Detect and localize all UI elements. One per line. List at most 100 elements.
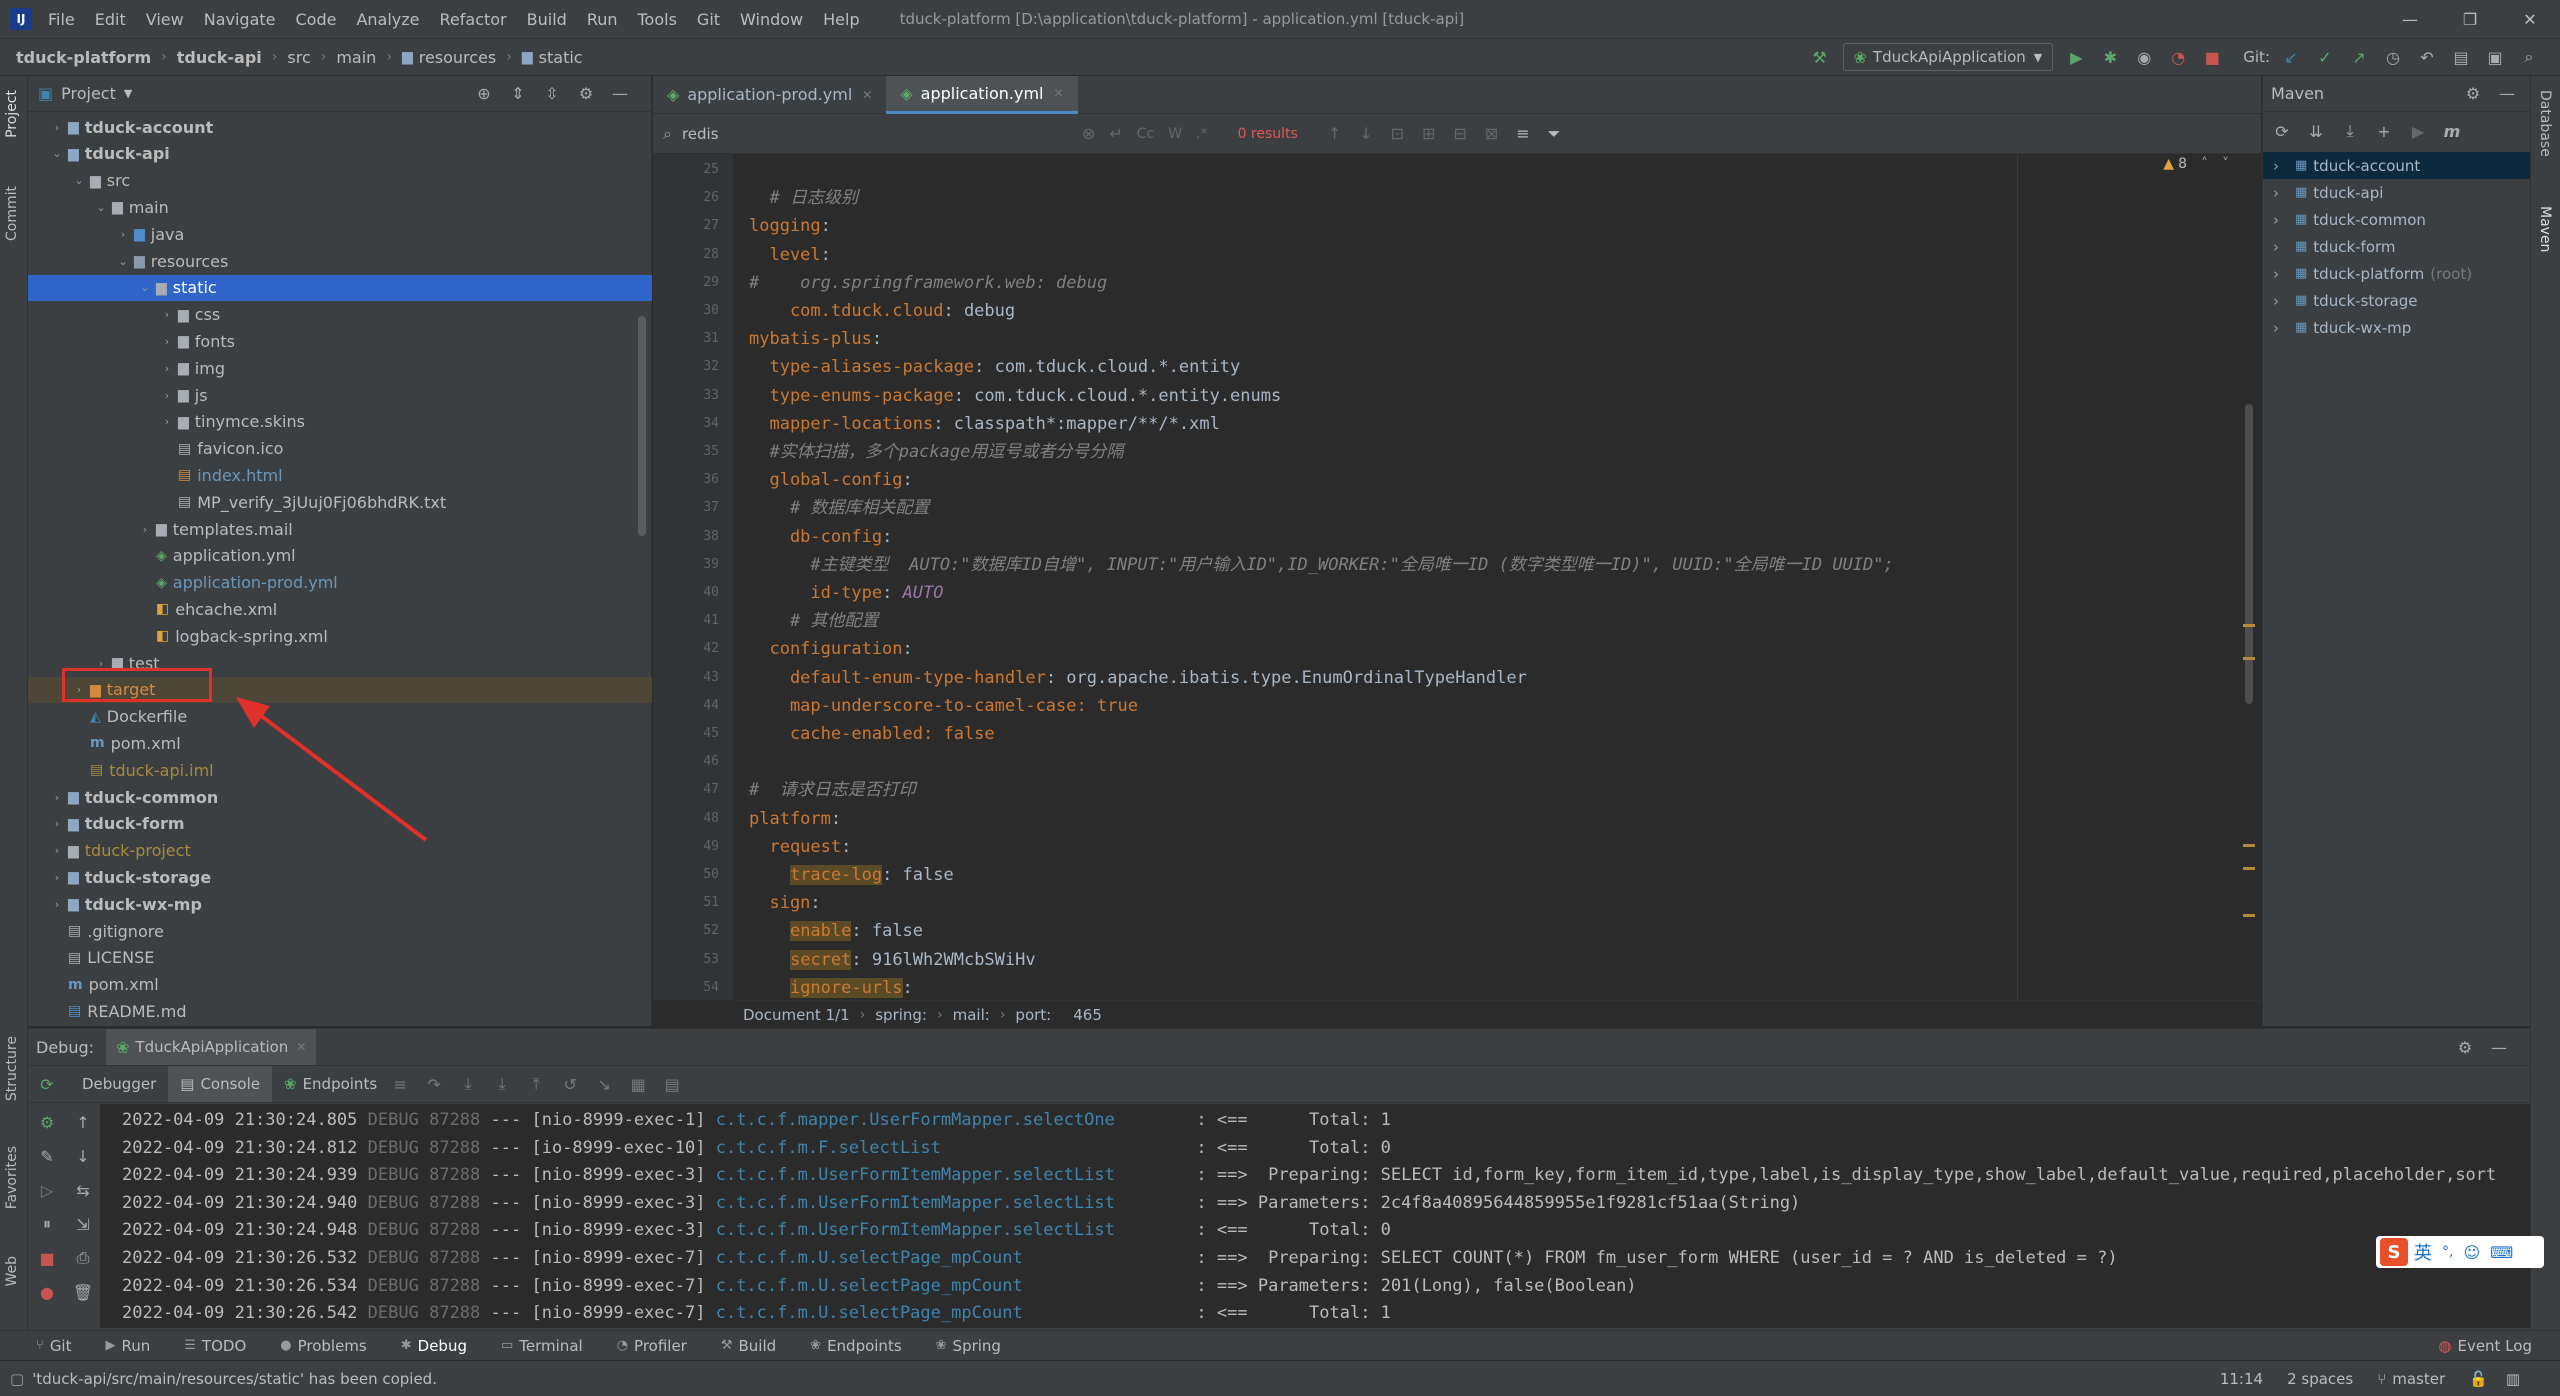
indent-setting[interactable]: 2 spaces [2287,1370,2353,1388]
editor-breadcrumb-item[interactable]: 465 [1073,1006,1102,1024]
git-branch[interactable]: master [2392,1370,2445,1388]
previous-occurrence-icon[interactable]: ↑ [1328,124,1341,143]
chevron-right-icon[interactable]: › [50,791,64,804]
event-log-button[interactable]: ◍ Event Log [2438,1337,2532,1355]
maven-project-item[interactable]: › ▦ tduck-platform (root) [2263,260,2531,287]
chevron-right-icon[interactable]: › [2273,211,2287,229]
run-config-select[interactable]: ❀ TduckApiApplication ▼ [1842,43,2054,71]
project-tree-node[interactable]: ⌄ ▆ tduck-api [28,141,652,167]
web-tool-tab[interactable]: Web [4,1256,20,1287]
gear-icon[interactable]: ⚙ [2454,1036,2476,1058]
scroll-to-end-icon[interactable]: ⇲ [72,1213,94,1235]
minimize-icon[interactable]: — [2380,10,2440,29]
up-arrow-icon[interactable]: ↑ [72,1111,94,1133]
stop-icon[interactable]: ■ [2201,46,2223,68]
new-line-icon[interactable]: ↵ [1109,124,1122,143]
project-tree-node[interactable]: ⌄ ▆ main [28,194,652,220]
multiline-icon[interactable]: ≡ [1516,124,1529,143]
tool-window-button[interactable]: ● Problems [280,1337,366,1355]
debug-tab[interactable]: Debugger [70,1066,168,1102]
menu-item[interactable]: Window [740,10,803,29]
chevron-right-icon[interactable]: › [50,898,64,911]
close-icon[interactable]: ✕ [2500,10,2560,29]
project-tree-node[interactable]: › ▆ templates.mail [28,516,652,542]
editor-breadcrumb-item[interactable]: mail: [953,1006,990,1024]
database-tool-tab[interactable]: Database [2537,90,2553,157]
chevron-right-icon[interactable]: › [160,389,174,402]
project-tree-node[interactable]: ▤ MP_verify_3jUuj0Fj06bhdRK.txt [28,489,652,515]
search-everywhere-icon[interactable]: ⌕ [2518,46,2540,68]
gear-icon[interactable]: ⚙ [575,83,597,105]
tool-window-button[interactable]: ⑂ Git [36,1337,72,1355]
tool-window-button[interactable]: ⚒ Build [721,1337,776,1355]
tool-window-button[interactable]: ◔ Profiler [617,1337,687,1355]
editor-breadcrumb-item[interactable]: Document 1/1 [743,1006,850,1024]
favorites-tool-tab[interactable]: Favorites [4,1146,20,1209]
project-tree-node[interactable]: ◈ application-prod.yml [28,570,652,596]
project-tree-node[interactable]: ▤ README.md [28,998,652,1024]
gear-icon[interactable]: ⚙ [2462,83,2484,105]
project-tree-node[interactable]: › ▆ tduck-account [28,114,652,140]
breadcrumb-item[interactable]: resources [419,48,497,67]
close-icon[interactable]: ✕ [296,1040,306,1054]
chevron-right-icon[interactable]: › [2273,157,2287,175]
menu-item[interactable]: File [48,10,75,29]
force-step-into-icon[interactable]: ⤓ [491,1073,513,1095]
breadcrumb-item[interactable]: tduck-api [177,48,262,67]
project-tree-node[interactable]: › ▆ fonts [28,328,652,354]
close-tab-icon[interactable]: ✕ [1053,86,1063,100]
chevron-down-icon[interactable]: ˅ [2222,156,2229,172]
search-input[interactable]: redis [682,125,1082,143]
match-case-toggle[interactable]: Cc [1137,126,1154,142]
breadcrumb-item[interactable]: src [287,48,310,67]
chevron-right-icon[interactable]: › [160,308,174,321]
chevron-right-icon[interactable]: › [50,844,64,857]
hide-panel-icon[interactable]: — [2496,83,2518,105]
project-tree-node[interactable]: › ▆ img [28,355,652,381]
project-tree-node[interactable]: ⌄ ▆ static [28,274,652,301]
resume-icon[interactable]: ⚙ [36,1111,58,1133]
run-maven-icon[interactable]: ▶ [2407,120,2429,142]
pause-icon[interactable]: ▷ [36,1179,58,1201]
history-icon[interactable]: ◷ [2382,46,2404,68]
project-tree-node[interactable]: m pom.xml [28,972,652,998]
hide-panel-icon[interactable]: — [2488,1036,2510,1058]
trace-icon[interactable]: ▤ [661,1073,683,1095]
generate-sources-icon[interactable]: ⇊ [2305,120,2327,142]
maven-project-item[interactable]: › ▦ tduck-common [2263,206,2531,233]
rollback-icon[interactable]: ↶ [2416,46,2438,68]
expand-all-icon[interactable]: ⇕ [507,83,529,105]
chevron-right-icon[interactable]: › [160,362,174,375]
chevron-down-icon[interactable]: ⌄ [72,174,86,187]
editor-breadcrumb-item[interactable]: spring: [875,1006,927,1024]
chevron-right-icon[interactable]: › [50,871,64,884]
remove-selection-icon[interactable]: ⊟ [1453,124,1466,143]
chevron-down-icon[interactable]: ⌄ [116,255,130,268]
reload-icon[interactable]: ⟳ [2271,120,2293,142]
breadcrumb-item[interactable]: tduck-platform [16,48,151,67]
maven-project-item[interactable]: › ▦ tduck-api [2263,179,2531,206]
lock-icon[interactable]: 🔓 [2469,1370,2488,1388]
project-tree-node[interactable]: ▤ LICENSE [28,945,652,971]
menu-item[interactable]: View [146,10,184,29]
warnings-indicator[interactable]: ▲ 8 ˄ ˅ [2163,156,2229,172]
structure-tool-tab[interactable]: Structure [4,1036,20,1101]
status-toggle-icon[interactable]: ▢ [10,1370,24,1388]
caret-position[interactable]: 11:14 [2220,1370,2263,1388]
add-icon[interactable]: + [2373,120,2395,142]
project-tree-node[interactable]: ◧ logback-spring.xml [28,623,652,649]
project-tree-node[interactable]: ⌄ ▆ resources [28,248,652,274]
editor-tab[interactable]: ◈ application-prod.yml ✕ [653,76,886,114]
down-arrow-icon[interactable]: ↓ [72,1145,94,1167]
next-occurrence-icon[interactable]: ↓ [1359,124,1372,143]
console-output[interactable]: 2022-04-09 21:30:24.805 DEBUG 87288 --- … [100,1104,2530,1328]
download-icon[interactable]: ⤓ [2339,120,2361,142]
soft-wrap-icon[interactable]: ⇆ [72,1179,94,1201]
project-tree-node[interactable]: ◈ application.yml [28,543,652,569]
run-to-cursor-icon[interactable]: ↘ [593,1073,615,1095]
locate-file-icon[interactable]: ⊕ [473,83,495,105]
menu-item[interactable]: Git [697,10,720,29]
project-tree-node[interactable]: ◧ ehcache.xml [28,596,652,622]
chevron-right-icon[interactable]: › [2273,292,2287,310]
tool-window-button[interactable]: ▶ Run [106,1337,151,1355]
